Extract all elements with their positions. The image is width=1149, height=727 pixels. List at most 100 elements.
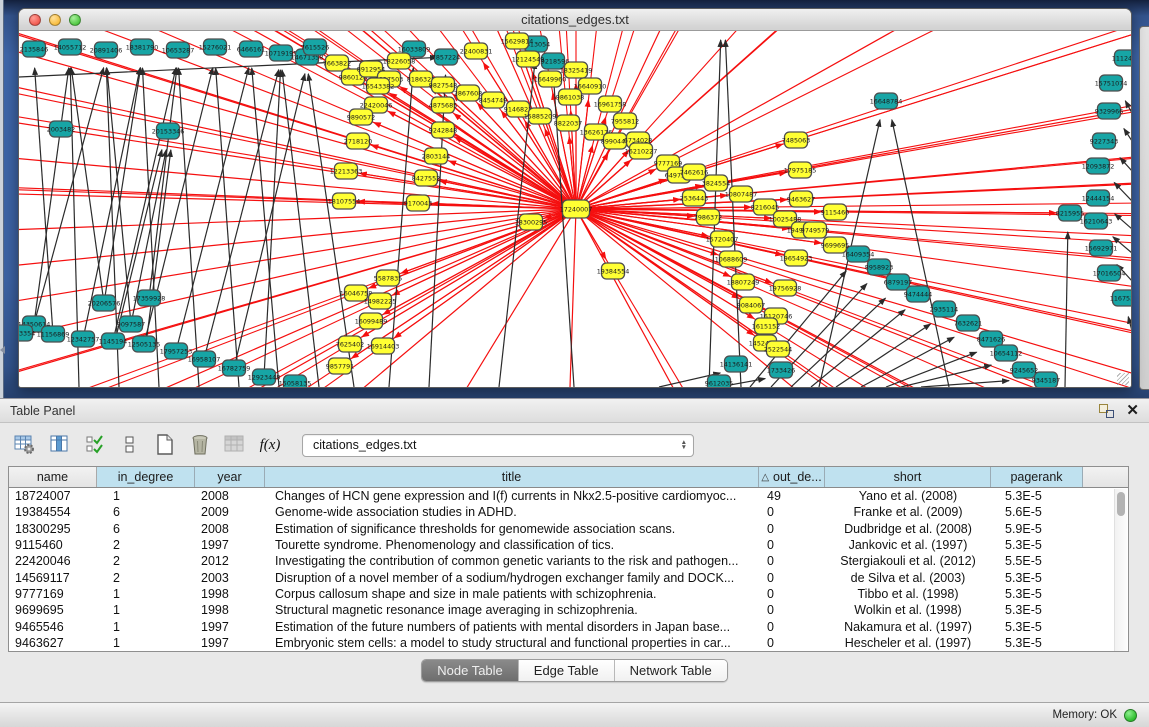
close-panel-icon[interactable]: ✕ [1126,404,1139,418]
cell-short[interactable]: Nakamura et al. (1997) [825,620,991,634]
cell-in_degree[interactable]: 2 [97,571,195,585]
column-header-name[interactable]: name [9,467,97,487]
cell-in_degree[interactable]: 2 [97,538,195,552]
cell-in_degree[interactable]: 6 [97,522,195,536]
cell-title[interactable]: Corpus callosum shape and size in male p… [265,587,759,601]
network-node[interactable]: 19384554 [597,263,630,279]
table-row[interactable]: 946362711997Embryonic stem cells: a mode… [9,635,1128,651]
cell-in_degree[interactable]: 1 [97,603,195,617]
network-node[interactable]: 2003482 [47,121,75,137]
network-node[interactable]: 18300295 [515,214,548,230]
column-header-title[interactable]: title [265,467,759,487]
cell-short[interactable]: de Silva et al. (2003) [825,571,991,585]
cell-year[interactable]: 1997 [195,538,265,552]
cell-title[interactable]: Genome-wide association studies in ADHD. [265,505,759,519]
cell-year[interactable]: 2003 [195,571,265,585]
network-node[interactable]: 16648784 [870,93,903,109]
network-node[interactable]: 7632621 [954,315,982,331]
network-node[interactable]: 8958923 [865,259,893,275]
cell-short[interactable]: Yano et al. (2008) [825,489,991,503]
network-node[interactable]: 9699695 [821,237,849,253]
network-node[interactable]: 15629814 [501,33,534,49]
create-column-button[interactable] [152,432,178,458]
cell-in_degree[interactable]: 1 [97,636,195,650]
cell-out_de[interactable]: 0 [759,522,825,536]
cell-name[interactable]: 9699695 [9,603,97,617]
left-splitter[interactable] [0,0,4,398]
network-node[interactable]: 17359928 [133,290,166,306]
cell-in_degree[interactable]: 2 [97,554,195,568]
network-node[interactable]: 12093872 [1082,158,1115,174]
network-node[interactable]: 2803144 [422,148,450,164]
network-node[interactable]: 7462616 [680,164,708,180]
column-header-in_degree[interactable]: in_degree [97,467,195,487]
network-node[interactable]: 19756928 [769,280,802,296]
cell-pagerank[interactable]: 5.3E-5 [991,620,1083,634]
table-selector-dropdown[interactable]: citations_edges.txt ▲▼ [302,434,694,457]
network-node[interactable]: 16958107 [188,351,221,367]
network-node[interactable]: 16649960 [534,71,567,87]
network-node[interactable]: 7615526 [301,39,329,55]
cell-short[interactable]: Dudbridge et al. (2008) [825,522,991,536]
table-row[interactable]: 946554611997Estimation of the future num… [9,618,1128,634]
network-node[interactable]: 15720407 [706,231,739,247]
cell-out_de[interactable]: 0 [759,505,825,519]
cell-in_degree[interactable]: 1 [97,620,195,634]
network-node[interactable]: 9749579 [801,222,829,238]
cell-out_de[interactable]: 0 [759,554,825,568]
function-builder-button[interactable]: f(x) [257,432,283,458]
network-node[interactable]: 17016504 [1093,265,1126,281]
network-node[interactable]: 12342757 [67,331,100,347]
network-node[interactable]: 9115460 [821,204,849,220]
network-node[interactable]: 1733426 [767,362,795,378]
cell-out_de[interactable]: 0 [759,636,825,650]
cell-title[interactable]: Disruption of a novel member of a sodium… [265,571,759,585]
network-node[interactable]: 4875685 [429,97,457,113]
tab-network-table[interactable]: Network Table [615,660,727,681]
table-row[interactable]: 1938455462009Genome-wide association stu… [9,504,1128,520]
network-node[interactable]: 7625402 [336,336,364,352]
network-node[interactable]: 14055712 [54,39,87,55]
column-visibility-button[interactable] [47,432,73,458]
table-row[interactable]: 2242004622012Investigating the contribut… [9,553,1128,569]
network-node[interactable]: 2536443 [680,190,708,206]
network-node[interactable]: 16210227 [625,143,658,159]
network-node[interactable]: 12213363 [330,163,363,179]
network-node[interactable]: 12923448 [248,369,281,385]
network-node[interactable]: 16782759 [218,360,251,376]
table-row[interactable]: 1456911722003Disruption of a novel membe… [9,569,1128,585]
cell-pagerank[interactable]: 5.3E-5 [991,587,1083,601]
cell-pagerank[interactable]: 5.6E-5 [991,505,1083,519]
cell-name[interactable]: 18724007 [9,489,97,503]
network-node[interactable]: 20206576 [88,295,121,311]
cell-pagerank[interactable]: 5.3E-5 [991,636,1083,650]
network-node[interactable]: 6466161 [237,41,265,57]
cell-out_de[interactable]: 0 [759,620,825,634]
column-selection-button[interactable] [82,432,108,458]
cell-short[interactable]: Stergiakouli et al. (2012) [825,554,991,568]
network-node[interactable]: 9612035 [705,375,733,387]
network-node[interactable]: 16210643 [1080,213,1113,229]
cell-name[interactable]: 9115460 [9,538,97,552]
cell-title[interactable]: Changes of HCN gene expression and I(f) … [265,489,759,503]
column-header-pagerank[interactable]: pagerank [991,467,1083,487]
network-node[interactable]: 9097587 [117,316,145,332]
column-header-year[interactable]: year [195,467,265,487]
network-node[interactable]: 14982225 [364,293,397,309]
cell-title[interactable]: Estimation of significance thresholds fo… [265,522,759,536]
network-node[interactable]: 2718120 [344,133,372,149]
table-row[interactable]: 977716911998Corpus callosum shape and si… [9,586,1128,602]
citation-network-graph[interactable]: 2135846140557122089140618381790106532871… [19,31,1131,387]
network-node[interactable]: 8822037 [554,115,582,131]
network-node[interactable]: 10653287 [162,42,195,58]
cell-title[interactable]: Estimation of the future numbers of pati… [265,620,759,634]
network-node[interactable]: 7955812 [611,113,639,129]
network-node[interactable]: 16099489 [355,313,388,329]
network-node[interactable]: 15885209 [524,108,557,124]
network-node[interactable]: 12444154 [1082,190,1115,206]
network-node[interactable]: 14136141 [720,356,753,372]
network-node[interactable]: 1145194 [99,333,127,349]
network-node[interactable]: 10688609 [715,251,748,267]
network-node[interactable]: 9463627 [787,191,815,207]
cell-pagerank[interactable]: 5.3E-5 [991,603,1083,617]
